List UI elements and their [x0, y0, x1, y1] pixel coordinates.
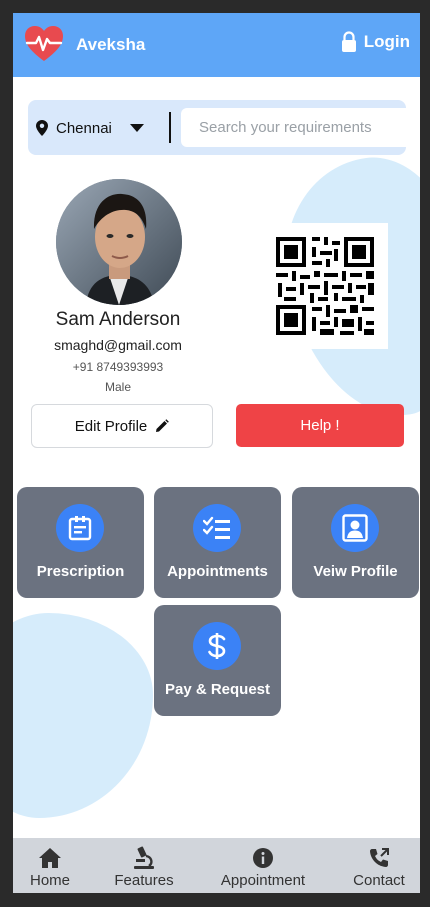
app-screen: Aveksha Login Chennai Search your requir…: [13, 13, 420, 893]
avatar: [56, 179, 182, 305]
tile-pay-request[interactable]: Pay & Request: [154, 605, 281, 716]
pencil-icon: [156, 419, 170, 432]
dollar-icon: [208, 633, 226, 659]
login-button[interactable]: Login: [341, 31, 410, 53]
tile-view-profile[interactable]: Veiw Profile: [292, 487, 419, 598]
edit-profile-button[interactable]: Edit Profile: [31, 404, 213, 448]
tile-label: Veiw Profile: [313, 563, 398, 580]
home-icon: [39, 848, 61, 868]
nav-item-features[interactable]: Features: [113, 838, 175, 893]
nav-item-appointment[interactable]: Appointment: [215, 838, 311, 893]
phone-icon: [370, 848, 389, 867]
nav-label: Appointment: [220, 872, 306, 889]
qr-code: [268, 223, 388, 349]
tile-label: Pay & Request: [164, 681, 271, 698]
divider: [169, 112, 171, 143]
caret-down-icon: [129, 124, 144, 132]
nav-label: Contact: [353, 872, 405, 889]
nav-label: Home: [29, 872, 70, 889]
app-name: Aveksha: [76, 35, 146, 54]
search-input[interactable]: [181, 108, 413, 147]
edit-profile-label: Edit Profile: [74, 417, 148, 435]
tile-label: Prescription: [36, 563, 125, 580]
nav-item-contact[interactable]: Contact: [350, 838, 408, 893]
checklist-icon: [203, 516, 230, 539]
tile-appointments[interactable]: Appointments: [154, 487, 281, 598]
city-selector[interactable]: Chennai: [36, 113, 144, 143]
location-pin-icon: [36, 120, 48, 136]
profile-card-icon: [342, 514, 368, 542]
heart-pulse-logo-icon: [25, 26, 63, 61]
microscope-icon: [134, 846, 154, 869]
prescription-icon: [68, 516, 92, 541]
info-icon: [253, 848, 273, 868]
tile-label: Appointments: [167, 563, 268, 580]
nav-item-home[interactable]: Home: [29, 838, 71, 893]
bottom-nav: Home Features Appointment Contact: [13, 838, 420, 893]
city-label: Chennai: [56, 119, 112, 137]
help-button[interactable]: Help !: [236, 404, 404, 447]
profile-phone: +91 8749393993: [72, 360, 164, 374]
background-blob: [13, 613, 153, 818]
profile-email: smaghd@gmail.com: [54, 337, 182, 353]
search-bar: Chennai: [28, 100, 413, 155]
nav-label: Features: [114, 872, 174, 889]
app-header: Aveksha Login: [13, 13, 420, 77]
tile-prescription[interactable]: Prescription: [17, 487, 144, 598]
lock-icon: [341, 31, 356, 52]
profile-gender: Male: [104, 380, 131, 394]
login-label: Login: [363, 32, 410, 51]
avatar-photo: [56, 179, 182, 305]
profile-name: Sam Anderson: [55, 309, 181, 330]
